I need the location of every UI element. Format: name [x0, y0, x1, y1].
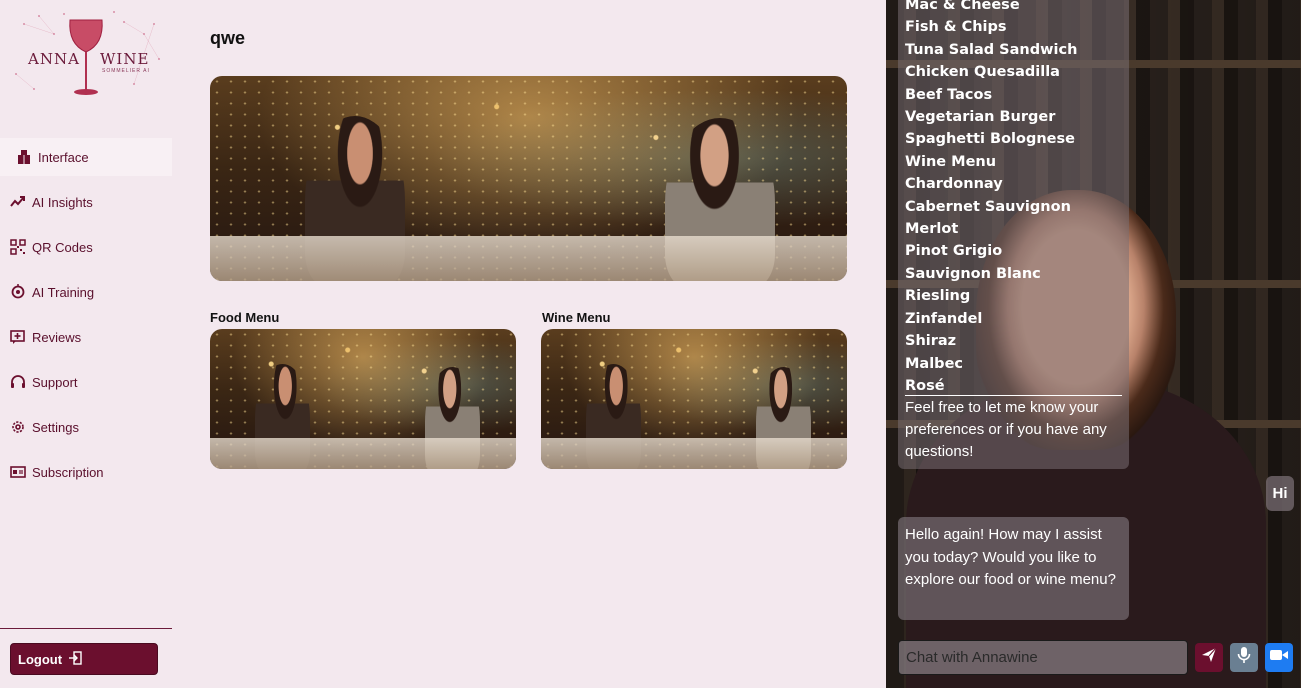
- sidebar-item-ai-training[interactable]: AI Training: [0, 273, 172, 311]
- menu-item: Chardonnay: [905, 176, 1003, 193]
- menu-item: Tuna Salad Sandwich: [905, 41, 1078, 58]
- menu-item: Riesling: [905, 288, 971, 305]
- logo-text-right: WINE: [100, 50, 150, 68]
- menu-item: Malbec: [905, 355, 963, 372]
- menu-item: Pinot Grigio: [905, 243, 1003, 260]
- assistant-message: Hello again! How may I assist you today?…: [898, 517, 1129, 620]
- wine-menu-label: Wine Menu: [542, 310, 611, 325]
- dining-table: [210, 235, 847, 281]
- menu-item: Rosé: [905, 377, 945, 394]
- gear-icon: [10, 419, 26, 435]
- send-icon: [1200, 646, 1218, 669]
- menu-item: Mac & Cheese: [905, 0, 1020, 13]
- menu-item: Merlot: [905, 221, 959, 238]
- sidebar-item-label: Subscription: [32, 464, 104, 480]
- sidebar-item-label: Interface: [38, 149, 89, 165]
- wine-box-icon: [16, 149, 32, 165]
- menu-item: Shiraz: [905, 333, 957, 350]
- menu-item: Zinfandel: [905, 310, 983, 327]
- menu-item: Chicken Quesadilla: [905, 64, 1060, 81]
- logout-icon: [68, 650, 82, 668]
- sidebar-item-label: AI Insights: [32, 194, 93, 210]
- menu-item: Fish & Chips: [905, 19, 1007, 36]
- sidebar-item-interface[interactable]: Interface: [0, 138, 172, 176]
- menu-item: Sauvignon Blanc: [905, 265, 1041, 282]
- sidebar-nav: Interface AI Insights QR Codes AI Traini…: [0, 138, 172, 498]
- food-menu-image[interactable]: [210, 329, 516, 469]
- menu-item: Spaghetti Bolognese: [905, 131, 1075, 148]
- dining-table: [541, 438, 847, 469]
- sidebar-item-qr-codes[interactable]: QR Codes: [0, 228, 172, 266]
- menu-item: Beef Tacos: [905, 86, 993, 103]
- wine-menu-image[interactable]: [541, 329, 847, 469]
- logo-text-left: ANNA: [28, 50, 80, 68]
- sidebar-item-label: Support: [32, 374, 78, 390]
- brain-icon: [10, 284, 26, 300]
- microphone-button[interactable]: [1230, 643, 1258, 672]
- page-title: qwe: [210, 28, 246, 48]
- hero-restaurant-image[interactable]: [210, 76, 847, 281]
- menu-item: Vegetarian Burger: [905, 109, 1056, 126]
- food-menu-label: Food Menu: [210, 310, 280, 325]
- dining-table: [210, 438, 516, 469]
- review-plus-icon: [10, 329, 26, 345]
- video-call-button[interactable]: [1265, 643, 1293, 672]
- sidebar-item-label: Reviews: [32, 329, 82, 345]
- sidebar-item-label: QR Codes: [32, 239, 93, 255]
- logo-tagline: SOMMELIER AI: [102, 68, 150, 74]
- chat-input[interactable]: [898, 640, 1188, 675]
- send-button[interactable]: [1195, 643, 1223, 672]
- qr-code-icon: [10, 239, 26, 255]
- logout-label: Logout: [18, 651, 63, 667]
- annawine-logo[interactable]: ANNA WINE SOMMELIER AI: [4, 4, 172, 104]
- menu-item: Wine Menu: [905, 153, 997, 170]
- headset-icon: [10, 374, 26, 390]
- sidebar-divider: [0, 628, 172, 629]
- video-camera-icon: [1269, 647, 1289, 668]
- menu-followup-text: Feel free to let me know your preference…: [905, 399, 1107, 460]
- sidebar-item-support[interactable]: Support: [0, 363, 172, 401]
- sidebar-item-label: AI Training: [32, 284, 95, 300]
- sidebar-item-reviews[interactable]: Reviews: [0, 318, 172, 356]
- menu-item-list: Mac & Cheese Fish & Chips Tuna Salad Sandw…: [905, 0, 1125, 397]
- user-message: Hi: [1266, 476, 1294, 511]
- sidebar-item-ai-insights[interactable]: AI Insights: [0, 183, 172, 221]
- menu-item: Cabernet Sauvignon: [905, 198, 1071, 215]
- microphone-icon: [1236, 646, 1252, 669]
- message-divider: [905, 395, 1122, 396]
- subscription-icon: [10, 464, 26, 480]
- sidebar: ANNA WINE SOMMELIER AI Interface AI Insi…: [0, 0, 172, 688]
- sidebar-item-settings[interactable]: Settings: [0, 408, 172, 446]
- trend-chart-icon: [10, 194, 26, 210]
- chat-panel: Mac & Cheese Fish & Chips Tuna Salad Sandw…: [886, 0, 1301, 688]
- sidebar-item-subscription[interactable]: Subscription: [0, 453, 172, 491]
- sidebar-item-label: Settings: [32, 419, 79, 435]
- logout-button[interactable]: Logout: [10, 643, 158, 675]
